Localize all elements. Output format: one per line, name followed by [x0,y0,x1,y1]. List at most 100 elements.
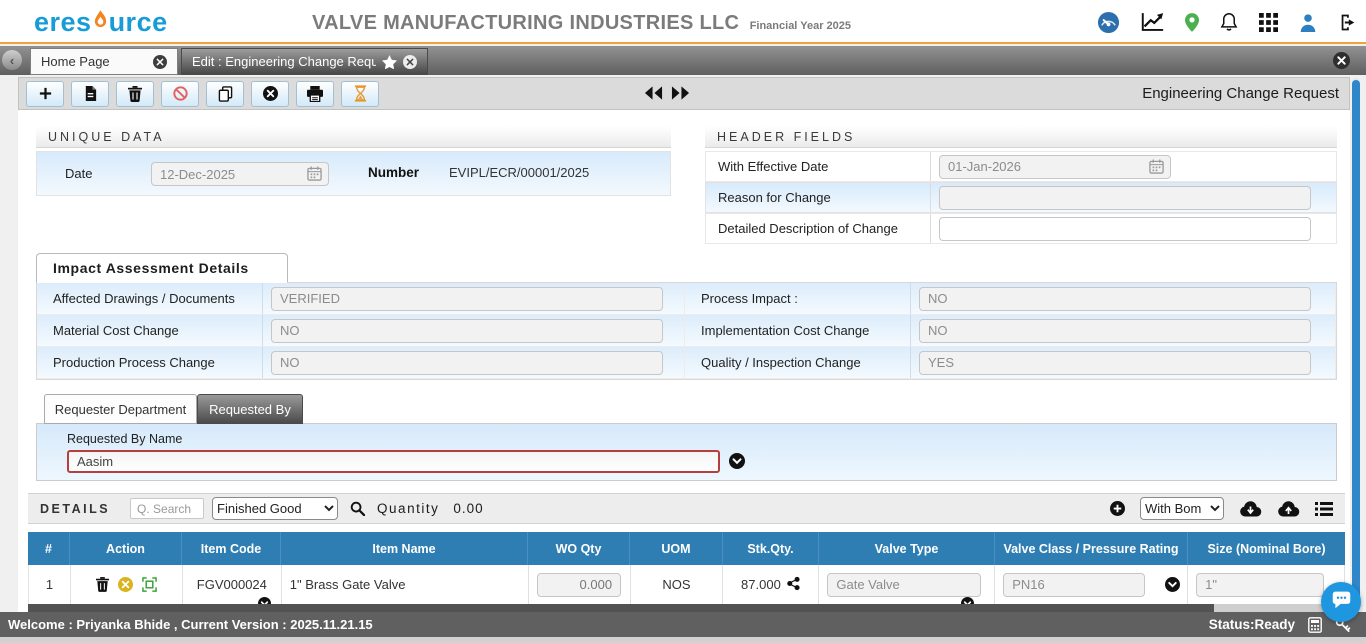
column-header: Valve Type [819,532,995,565]
location-icon[interactable] [1185,13,1199,32]
impact-assessment-tab[interactable]: Impact Assessment Details [36,253,288,283]
stock-info-icon[interactable] [786,576,801,594]
effective-date-input[interactable] [939,155,1171,179]
detailed-description-input[interactable] [939,217,1311,241]
list-view-icon[interactable] [1315,502,1333,516]
horizontal-scrollbar[interactable] [28,604,1345,612]
items-table-header: # Action Item Code Item Name WO Qty UOM … [28,532,1345,565]
notifications-icon[interactable] [1220,12,1238,32]
column-header: # [28,532,70,565]
vertical-scrollbar[interactable] [1352,78,1360,610]
close-record-button[interactable] [251,81,289,107]
apps-grid-icon[interactable] [1259,13,1278,32]
requested-by-name-label: Requested By Name [67,432,182,446]
detailed-description-row: Detailed Description of Change [705,213,1337,244]
welcome-text: Welcome : Priyanka Bhide , Current Versi… [8,617,373,632]
new-button[interactable] [26,81,64,107]
favorite-star-icon[interactable] [382,55,397,69]
cancel-block-button[interactable] [161,81,199,107]
reason-for-change-label: Reason for Change [706,183,931,212]
action-cell [71,565,183,604]
copy-button[interactable] [206,81,244,107]
previous-record-icon[interactable] [644,86,663,100]
next-record-icon[interactable] [671,86,690,100]
tab-edit-engineering-change-request[interactable]: Edit : Engineering Change Request [181,48,428,75]
analytics-icon[interactable] [1141,12,1164,32]
calendar-icon[interactable] [307,166,322,186]
valve-type-input[interactable] [827,573,981,597]
production-process-input[interactable] [271,351,663,375]
wo-qty-input[interactable] [537,573,621,597]
delete-button[interactable] [116,81,154,107]
history-hourglass-button[interactable] [341,81,379,107]
horizontal-scrollbar-thumb[interactable] [28,604,1214,612]
status-bar: Welcome : Priyanka Bhide , Current Versi… [0,612,1366,637]
tab-home-page[interactable]: Home Page [30,48,178,75]
upload-cloud-icon[interactable] [1277,501,1300,517]
calendar-icon[interactable] [1149,159,1164,179]
close-tab-icon[interactable] [153,55,167,69]
chat-button[interactable] [1321,582,1361,622]
reason-for-change-row: Reason for Change [705,182,1337,213]
date-input[interactable] [151,162,329,186]
requested-by-name-input[interactable] [67,450,720,473]
delete-row-icon[interactable] [96,577,109,592]
clear-row-icon[interactable] [118,577,133,592]
print-button[interactable] [296,81,334,107]
tab-scroll-left-button[interactable]: ‹ [2,50,22,70]
item-type-select[interactable]: Finished Good [212,497,338,520]
valve-class-input[interactable] [1003,573,1145,597]
header-fields-rows: With Effective Date Reason for Change De… [705,151,1337,244]
effective-date-row: With Effective Date [705,151,1337,182]
item-code-value: FGV000024 [197,577,267,592]
affected-drawings-row: Affected Drawings / Documents [37,283,685,315]
user-icon[interactable] [1299,13,1317,32]
download-cloud-icon[interactable] [1239,501,1262,517]
material-cost-input[interactable] [271,319,663,343]
size-input[interactable] [1196,573,1324,597]
status-badge: Status:Ready [1209,617,1295,632]
calculator-icon[interactable] [1308,617,1322,633]
dashboard-icon[interactable] [1097,11,1120,34]
details-toolbar: DETAILS Finished Good Quantity 0.00 With… [28,493,1345,524]
process-impact-input[interactable] [919,287,1311,311]
tab-requester-department[interactable]: Requester Department [44,394,197,424]
add-row-icon[interactable] [1110,501,1125,516]
process-impact-row: Process Impact : [685,283,1336,315]
chevron-down-icon[interactable] [729,453,745,469]
number-label: Number [368,165,419,180]
date-label: Date [65,166,92,181]
bom-select-icon[interactable] [142,577,157,592]
column-header: Valve Class / Pressure Rating [995,532,1188,565]
reason-for-change-input[interactable] [939,186,1311,210]
bom-select[interactable]: With Bom [1140,497,1224,520]
quantity-label: Quantity [377,501,439,516]
unique-data-section-title: UNIQUE DATA [36,126,671,148]
column-header: Stk.Qty. [723,532,819,565]
company-title-group: VALVE MANUFACTURING INDUSTRIES LLC Finan… [312,12,851,35]
save-button[interactable] [71,81,109,107]
vertical-scrollbar-thumb[interactable] [1352,80,1360,600]
tab-label: Edit : Engineering Change Request [192,54,376,69]
details-search-input[interactable] [130,498,204,519]
search-icon[interactable] [350,501,365,516]
production-process-label: Production Process Change [37,347,263,378]
header-fields-section-title: HEADER FIELDS [705,126,1337,148]
effective-date-label: With Effective Date [706,152,931,181]
affected-drawings-input[interactable] [271,287,663,311]
quality-inspection-input[interactable] [919,351,1311,375]
wo-qty-cell [529,565,631,604]
implementation-cost-row: Implementation Cost Change [685,315,1336,347]
financial-year: Financial Year 2025 [750,20,851,32]
logout-icon[interactable] [1338,13,1358,32]
eresource-logo[interactable]: eres urce [34,6,168,39]
implementation-cost-input[interactable] [919,319,1311,343]
material-cost-label: Material Cost Change [37,315,263,346]
close-all-tabs-icon[interactable] [1333,52,1350,69]
tab-requested-by[interactable]: Requested By [197,394,303,424]
app-header: eres urce VALVE MANUFACTURING INDUSTRIES… [0,0,1366,44]
logo-text: eres [34,7,92,38]
close-tab-icon[interactable] [403,55,417,69]
column-header: Action [70,532,182,565]
chevron-down-icon[interactable] [1165,577,1180,592]
